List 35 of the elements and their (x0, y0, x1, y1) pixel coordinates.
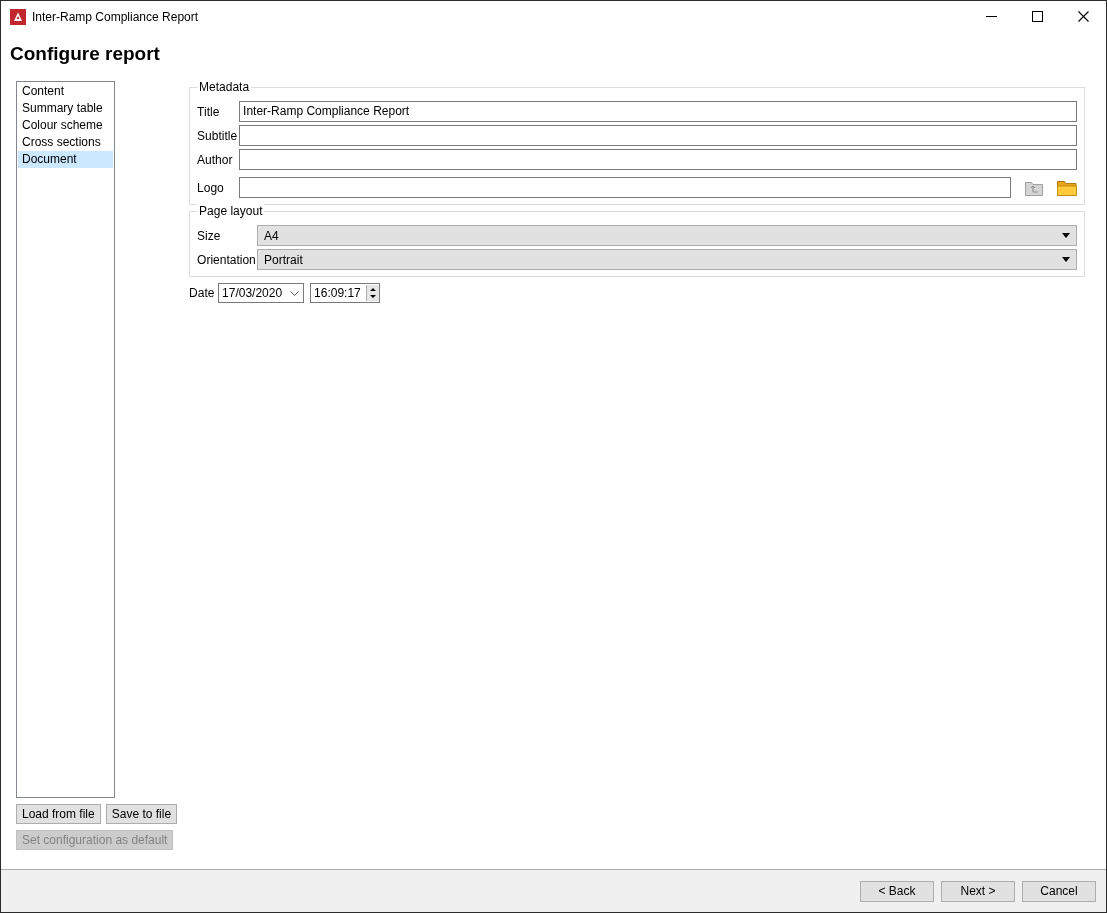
dropdown-arrow-icon (1062, 257, 1070, 262)
folder-icon[interactable] (1057, 179, 1077, 196)
file-path-field[interactable] (239, 177, 1011, 198)
date-label: Date (189, 286, 216, 300)
wizard-button[interactable]: Cancel (1022, 880, 1096, 902)
group-title: Metadata (197, 80, 252, 94)
text-field[interactable] (239, 149, 1077, 170)
field-label: Subtitle (197, 128, 239, 143)
field-label: Size (197, 228, 222, 243)
dropdown[interactable]: Portrait (257, 249, 1077, 270)
maximize-icon[interactable] (1031, 11, 1043, 22)
sidebar-item[interactable]: Summary table (18, 100, 113, 117)
wizard-button[interactable]: Next > (941, 880, 1015, 902)
dropdown[interactable]: A4 (257, 225, 1077, 246)
field-label: Logo (197, 180, 225, 195)
sidebar-item[interactable]: Content (18, 83, 113, 100)
app-logo-icon (10, 8, 26, 25)
config-button[interactable]: Load from file (16, 804, 101, 824)
sidebar-item[interactable]: Cross sections (18, 134, 113, 151)
minimize-icon[interactable] (985, 16, 997, 17)
config-button[interactable]: Save to file (105, 804, 178, 824)
sidebar-item[interactable]: Document (18, 151, 113, 168)
folder-up-icon[interactable] (1025, 179, 1043, 196)
close-icon[interactable] (1077, 11, 1089, 22)
page-heading: Configure report (10, 43, 161, 66)
window-title: Inter-Ramp Compliance Report (32, 9, 199, 24)
field-label: Author (197, 152, 234, 167)
text-field[interactable] (239, 125, 1077, 146)
text-field[interactable]: Inter-Ramp Compliance Report (239, 101, 1077, 122)
field-label: Orientation (197, 252, 257, 267)
wizard-button[interactable]: < Back (860, 880, 934, 902)
field-label: Title (197, 104, 221, 119)
dropdown-arrow-icon (1062, 233, 1070, 238)
sidebar-item[interactable]: Colour scheme (18, 117, 113, 134)
group-title: Page layout (197, 204, 265, 218)
